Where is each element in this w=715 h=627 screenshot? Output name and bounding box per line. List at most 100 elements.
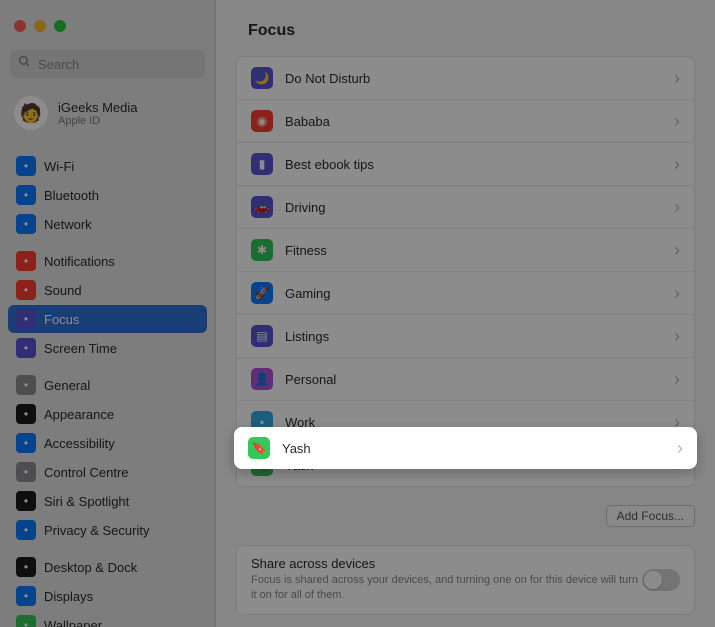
- focus-mode-label: Fitness: [285, 243, 674, 258]
- bt-icon: •: [16, 185, 36, 205]
- focus-mode-listings[interactable]: ▤ Listings›: [237, 315, 694, 358]
- sidebar-item-label: Wallpaper: [44, 618, 102, 627]
- sidebar-item-notifications[interactable]: • Notifications: [8, 247, 207, 275]
- share-toggle[interactable]: [642, 569, 680, 591]
- focus-mode-best-ebook-tips[interactable]: ▮ Best ebook tips›: [237, 143, 694, 186]
- search-input[interactable]: [10, 50, 205, 78]
- page-title: Focus: [216, 0, 715, 56]
- focus-mode-driving[interactable]: 🚗Driving›: [237, 186, 694, 229]
- account-text: iGeeks Media Apple ID: [58, 100, 137, 127]
- sidebar-item-label: Focus: [44, 312, 79, 327]
- appear-icon: •: [16, 404, 36, 424]
- focus-mode-icon: 👤: [251, 368, 273, 390]
- window-controls: [0, 8, 215, 44]
- focus-mode-icon: ◉: [251, 110, 273, 132]
- sidebar-item-screen-time[interactable]: •Screen Time: [8, 334, 207, 362]
- focus-mode-personal[interactable]: 👤 Personal›: [237, 358, 694, 401]
- focus-mode-icon: ▤: [251, 325, 273, 347]
- minimize-window-button[interactable]: [34, 20, 46, 32]
- sidebar-item-siri-spotlight[interactable]: • Siri & Spotlight: [8, 487, 207, 515]
- wall-icon: •: [16, 615, 36, 627]
- sidebar-item-desktop-dock[interactable]: • Desktop & Dock: [8, 553, 207, 581]
- search-container: [10, 50, 205, 78]
- moon-icon: •: [16, 309, 36, 329]
- share-panel: Share across devices Focus is shared acr…: [236, 545, 695, 615]
- focus-mode-bababa[interactable]: ◉Bababa›: [237, 100, 694, 143]
- focus-modes-panel: 🌙Do Not Disturb›◉Bababa› ▮ Best ebook tips…: [236, 56, 695, 487]
- sidebar-item-accessibility[interactable]: • Accessibility: [8, 429, 207, 457]
- sidebar-item-control-centre[interactable]: • Control Centre: [8, 458, 207, 486]
- chevron-right-icon: ›: [674, 111, 680, 132]
- add-focus-button[interactable]: Add Focus...: [606, 505, 695, 527]
- chevron-right-icon: ›: [674, 240, 680, 261]
- avatar: 🧑: [14, 96, 48, 130]
- sidebar-item-label: Displays: [44, 589, 93, 604]
- focus-mode-label: Personal: [285, 372, 674, 387]
- dock-icon: •: [16, 557, 36, 577]
- sidebar-item-focus[interactable]: • Focus: [8, 305, 207, 333]
- net-icon: •: [16, 214, 36, 234]
- chevron-right-icon: ›: [674, 369, 680, 390]
- sidebar-item-label: Desktop & Dock: [44, 560, 137, 575]
- access-icon: •: [16, 433, 36, 453]
- settings-window: 🧑 iGeeks Media Apple ID • Wi-Fi • Bluetooth…: [0, 0, 715, 627]
- focus-mode-label: Listings: [285, 329, 674, 344]
- focus-mode-fitness[interactable]: ✱ Fitness›: [237, 229, 694, 272]
- focus-mode-label: Do Not Disturb: [285, 71, 674, 86]
- share-title: Share across devices: [251, 556, 642, 571]
- focus-mode-do-not-disturb[interactable]: 🌙Do Not Disturb›: [237, 57, 694, 100]
- cc-icon: •: [16, 462, 36, 482]
- bell-icon: •: [16, 251, 36, 271]
- close-window-button[interactable]: [14, 20, 26, 32]
- sidebar-item-label: Wi-Fi: [44, 159, 74, 174]
- sidebar-item-label: Control Centre: [44, 465, 129, 480]
- chevron-right-icon: ›: [674, 68, 680, 89]
- sidebar-item-label: Notifications: [44, 254, 115, 269]
- sidebar-item-label: Accessibility: [44, 436, 115, 451]
- focus-mode-icon: ▮: [251, 153, 273, 175]
- chevron-right-icon: ›: [674, 283, 680, 304]
- share-desc: Focus is shared across your devices, and…: [251, 573, 642, 604]
- hand-icon: •: [16, 520, 36, 540]
- focus-mode-icon: 🚀: [251, 282, 273, 304]
- hourglass-icon: •: [16, 338, 36, 358]
- account-sub: Apple ID: [58, 115, 137, 127]
- focus-mode-label: Best ebook tips: [285, 157, 674, 172]
- chevron-right-icon: ›: [674, 154, 680, 175]
- sidebar-item-label: Appearance: [44, 407, 114, 422]
- sidebar-item-label: Siri & Spotlight: [44, 494, 129, 509]
- focus-mode-gaming[interactable]: 🚀Gaming›: [237, 272, 694, 315]
- sidebar-item-label: Sound: [44, 283, 82, 298]
- sidebar-item-network[interactable]: • Network: [8, 210, 207, 238]
- sidebar-item-label: General: [44, 378, 90, 393]
- focus-mode-icon: ✱: [251, 239, 273, 261]
- focus-mode-label: Driving: [285, 200, 674, 215]
- display-icon: •: [16, 586, 36, 606]
- sidebar-item-wi-fi[interactable]: • Wi-Fi: [8, 152, 207, 180]
- apple-id-account[interactable]: 🧑 iGeeks Media Apple ID: [0, 88, 215, 144]
- focus-mode-yash-highlight[interactable]: 🔖 Yash ›: [234, 427, 697, 469]
- account-name: iGeeks Media: [58, 100, 137, 115]
- gear-icon: •: [16, 375, 36, 395]
- focus-mode-label: Yash: [282, 441, 677, 456]
- focus-mode-icon: 🚗: [251, 196, 273, 218]
- fullscreen-window-button[interactable]: [54, 20, 66, 32]
- main-panel: Focus 🌙Do Not Disturb›◉Bababa› ▮ Best eboo…: [216, 0, 715, 627]
- sidebar-item-bluetooth[interactable]: • Bluetooth: [8, 181, 207, 209]
- chevron-right-icon: ›: [677, 438, 683, 459]
- add-focus-container: Add Focus...: [216, 505, 695, 527]
- sidebar-item-label: Privacy & Security: [44, 523, 149, 538]
- sidebar-item-wallpaper[interactable]: • Wallpaper: [8, 611, 207, 627]
- sidebar-item-appearance[interactable]: • Appearance: [8, 400, 207, 428]
- sidebar-item-displays[interactable]: • Displays: [8, 582, 207, 610]
- sidebar-item-sound[interactable]: • Sound: [8, 276, 207, 304]
- siri-icon: •: [16, 491, 36, 511]
- sidebar-item-label: Bluetooth: [44, 188, 99, 203]
- sidebar-item-general[interactable]: • General: [8, 371, 207, 399]
- chevron-right-icon: ›: [674, 326, 680, 347]
- sidebar-item-privacy-security[interactable]: • Privacy & Security: [8, 516, 207, 544]
- wifi-icon: •: [16, 156, 36, 176]
- sidebar: 🧑 iGeeks Media Apple ID • Wi-Fi • Bluetooth…: [0, 0, 216, 627]
- sidebar-item-label: Network: [44, 217, 92, 232]
- sound-icon: •: [16, 280, 36, 300]
